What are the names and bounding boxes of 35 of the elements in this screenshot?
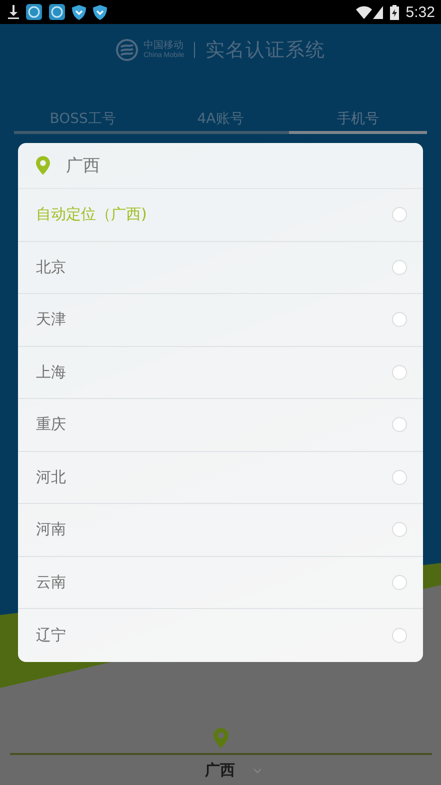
radio-button[interactable]	[392, 470, 407, 485]
radio-button[interactable]	[392, 522, 407, 538]
radio-button[interactable]	[392, 574, 407, 590]
province-option[interactable]: 河南	[18, 504, 423, 556]
signal-icon	[372, 6, 383, 18]
radio-button[interactable]	[392, 207, 407, 222]
radio-button[interactable]	[392, 628, 407, 643]
app-icon	[26, 4, 42, 20]
caret-icon	[253, 768, 262, 774]
province-option[interactable]: 上海	[18, 346, 423, 399]
shield-icon	[72, 4, 86, 20]
province-option[interactable]: 天津	[18, 294, 423, 346]
wifi-icon	[356, 6, 372, 18]
download-icon	[8, 5, 19, 19]
brand-name: 中国移动	[144, 41, 184, 51]
province-option[interactable]: 北京	[18, 242, 423, 294]
logo-icon	[116, 39, 138, 61]
province-dropdown[interactable]: 广西	[179, 761, 262, 780]
tab[interactable]: 手机号	[289, 106, 428, 134]
selected-province: 广西	[66, 155, 100, 177]
province-option[interactable]: 辽宁	[18, 609, 423, 662]
clock-time: 5:32	[406, 4, 435, 20]
province-option[interactable]: 重庆	[18, 399, 423, 452]
app-title: 实名认证系统	[205, 38, 326, 63]
radio-button[interactable]	[392, 417, 407, 432]
app-icon	[49, 4, 65, 20]
battery-icon	[390, 4, 399, 20]
province-option[interactable]: 河北	[18, 452, 423, 504]
shield-icon	[93, 4, 107, 20]
province-option[interactable]: 云南	[18, 556, 423, 609]
radio-button[interactable]	[392, 312, 407, 328]
location-pin-icon	[212, 728, 228, 748]
location-pin-icon	[36, 156, 50, 175]
radio-button[interactable]	[392, 364, 407, 380]
radio-button[interactable]	[392, 260, 407, 275]
